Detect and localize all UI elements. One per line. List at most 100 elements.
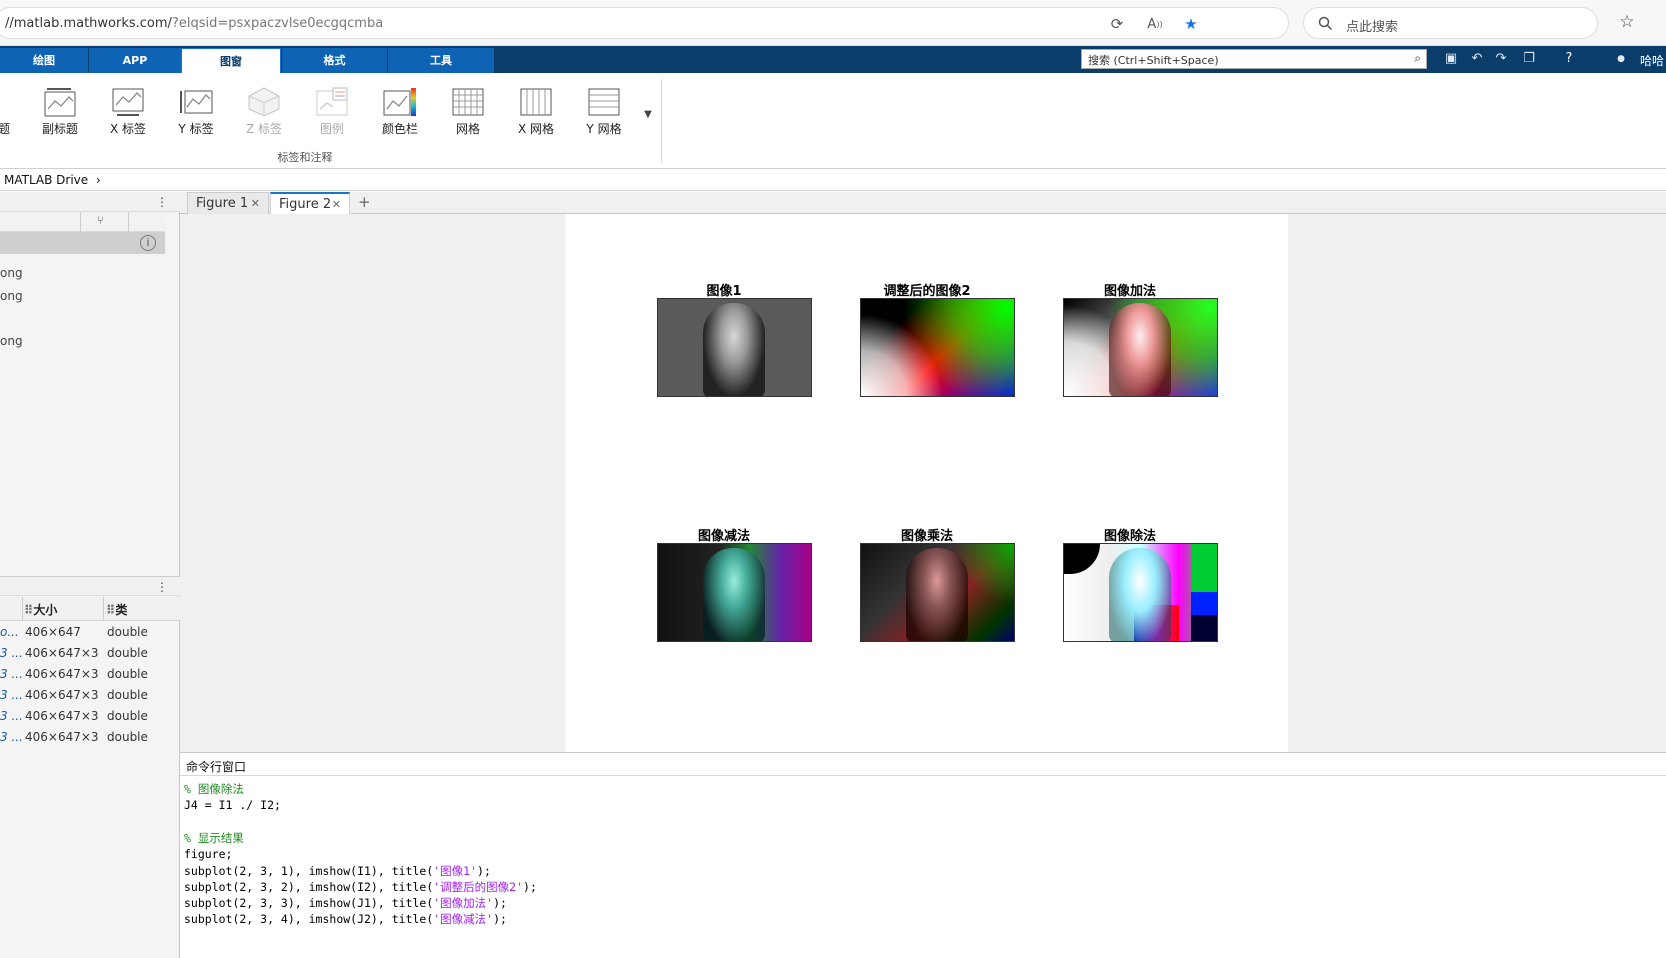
x-grid-label: X 网格 [517, 122, 555, 136]
tab-format[interactable]: 格式 [282, 48, 387, 73]
user-name[interactable]: 哈哈 [1640, 52, 1664, 69]
subplot-title: 图像1 [706, 284, 742, 299]
grid-icon [452, 88, 484, 116]
subtitle-button[interactable]: 副标题 [30, 81, 90, 143]
code-line: J4 = I1 ./ I2; [184, 798, 281, 812]
url-text[interactable]: //matlab.mathworks.com/?elqsid=psxpaczvl… [5, 16, 383, 31]
left-panels: ⋮ ⑂ i ong ong ong ⋮ ⠿大小 ⠿类 o... 406×647 do… [0, 192, 180, 958]
more-options-icon[interactable]: ⋮ [156, 580, 168, 594]
table-row[interactable]: o... 406×647 double [0, 622, 180, 643]
command-window-header: 命令行窗口 [180, 752, 1666, 776]
file-browser-columns: ⑂ [0, 212, 165, 232]
code-line: subplot(2, 3, 1), imshow(I1), title('图像1… [184, 863, 491, 879]
ribbon-group-title: 标签和注释 [277, 151, 333, 164]
y-grid-icon [588, 88, 620, 116]
tab-label: Figure 2 [279, 197, 332, 212]
breadcrumb-root[interactable]: MATLAB Drive › [4, 173, 101, 187]
colorbar-button[interactable]: 颜色栏 [370, 81, 430, 143]
chevron-right-icon: › [95, 173, 101, 187]
tab-tools[interactable]: 工具 [388, 48, 494, 73]
colorbar-icon [383, 88, 416, 116]
tab-apps[interactable]: APP [89, 48, 181, 73]
table-row[interactable]: 3 ... 406×647×3 double [0, 727, 180, 748]
close-icon[interactable]: ✕ [332, 194, 341, 215]
subplot-image[interactable] [860, 298, 1015, 397]
browser-search-box[interactable]: 点此搜索 [1303, 7, 1598, 39]
var-class: double [107, 709, 148, 723]
browser-toolbar: //matlab.mathworks.com/?elqsid=psxpaczvl… [0, 0, 1666, 46]
read-aloud-icon[interactable]: A)) [1145, 14, 1165, 34]
tab-figure-1[interactable]: Figure 1 ✕ [187, 192, 269, 214]
column-size-label: 大小 [33, 603, 58, 617]
var-class: double [107, 688, 148, 702]
subplot-image[interactable] [657, 298, 812, 397]
url-query: ?elqsid=psxpaczvlse0ecgqcmba [171, 16, 384, 31]
subplot-image[interactable] [657, 543, 812, 642]
var-name: 3 ... [0, 709, 23, 723]
tab-plots[interactable]: 绘图 [0, 48, 88, 73]
help-icon[interactable]: ? [1560, 50, 1578, 68]
tab-figure[interactable]: 图窗 [181, 48, 281, 73]
save-icon[interactable]: ▣ [1442, 50, 1460, 68]
column-size[interactable]: ⠿大小 [24, 601, 57, 618]
var-size: 406×647 [25, 625, 81, 639]
table-row[interactable]: 3 ... 406×647×3 double [0, 664, 180, 685]
var-name: o... [0, 625, 19, 639]
code-text: ); [523, 880, 537, 894]
code-comment: % 显示结果 [184, 831, 244, 845]
legend-icon [316, 87, 348, 116]
subplot-image[interactable] [1063, 298, 1218, 397]
code-text: ); [493, 912, 507, 926]
z-label-button[interactable]: Z 标签 [234, 81, 294, 143]
var-name: 3 ... [0, 688, 23, 702]
code-text: subplot(2, 3, 4), imshow(J2), title( [184, 912, 434, 926]
y-grid-button[interactable]: Y 网格 [574, 81, 634, 143]
file-item[interactable]: ong [0, 334, 23, 348]
add-tab-icon[interactable]: + [358, 193, 371, 211]
grid-button[interactable]: 网格 [438, 81, 498, 143]
z-label-label: Z 标签 [245, 122, 283, 136]
address-box[interactable]: //matlab.mathworks.com/?elqsid=psxpaczvl… [0, 7, 1289, 39]
favorite-star-icon[interactable]: ★ [1181, 14, 1201, 34]
subplot-image[interactable] [860, 543, 1015, 642]
y-label-label: Y 标签 [178, 122, 214, 136]
command-window[interactable]: % 图像除法 J4 = I1 ./ I2; % 显示结果 figure; sub… [180, 776, 1666, 958]
code-string: '图像减法' [433, 912, 494, 926]
info-icon[interactable]: i [140, 235, 156, 251]
subplot-title: 图像除法 [1103, 529, 1156, 544]
tab-figure-2[interactable]: Figure 2 ✕ [270, 192, 350, 214]
user-menu-icon[interactable]: ● [1612, 50, 1630, 68]
figure-canvas[interactable]: 图像1 调整后的图像2 图像加法 图像减法 图像乘法 图像除法 [565, 214, 1288, 752]
undo-icon[interactable]: ↶ [1468, 50, 1486, 68]
code-line: subplot(2, 3, 2), imshow(I2), title('调整后… [184, 879, 537, 895]
redo-icon[interactable]: ↷ [1492, 50, 1510, 68]
refresh-icon[interactable]: ⟳ [1107, 14, 1127, 34]
var-class: double [107, 730, 148, 744]
column-class[interactable]: ⠿类 [106, 601, 127, 618]
x-grid-button[interactable]: X 网格 [506, 81, 566, 143]
title-button[interactable]: 题 [0, 81, 12, 143]
matlab-search-input[interactable]: 搜索 (Ctrl+Shift+Space) ⌕ [1081, 49, 1427, 69]
code-line: subplot(2, 3, 3), imshow(J1), title('图像加… [184, 895, 507, 911]
y-label-button[interactable]: Y 标签 [166, 81, 226, 143]
window-layout-icon[interactable]: ❐ [1520, 50, 1538, 68]
file-item[interactable]: ong [0, 289, 23, 303]
x-label-button[interactable]: X 标签 [98, 81, 158, 143]
close-icon[interactable]: ✕ [251, 193, 260, 214]
code-string: '图像1' [433, 864, 478, 878]
table-row[interactable]: 3 ... 406×647×3 double [0, 643, 180, 664]
subplot-image[interactable] [1063, 543, 1218, 642]
legend-button[interactable]: 图例 [302, 81, 362, 143]
subplot-title: 图像加法 [1103, 284, 1156, 299]
code-text: subplot(2, 3, 3), imshow(J1), title( [184, 896, 434, 910]
table-row[interactable]: 3 ... 406×647×3 double [0, 685, 180, 706]
table-row[interactable]: 3 ... 406×647×3 double [0, 706, 180, 727]
y-label-icon [180, 90, 213, 114]
breadcrumb-path: MATLAB Drive [4, 173, 89, 187]
more-options-icon[interactable]: ⋮ [156, 195, 168, 209]
chevron-down-icon[interactable]: ▼ [640, 109, 656, 125]
git-branch-icon[interactable]: ⑂ [97, 214, 104, 227]
var-name: 3 ... [0, 646, 23, 660]
favorites-icon[interactable]: ☆ [1616, 12, 1638, 34]
file-item[interactable]: ong [0, 266, 23, 280]
